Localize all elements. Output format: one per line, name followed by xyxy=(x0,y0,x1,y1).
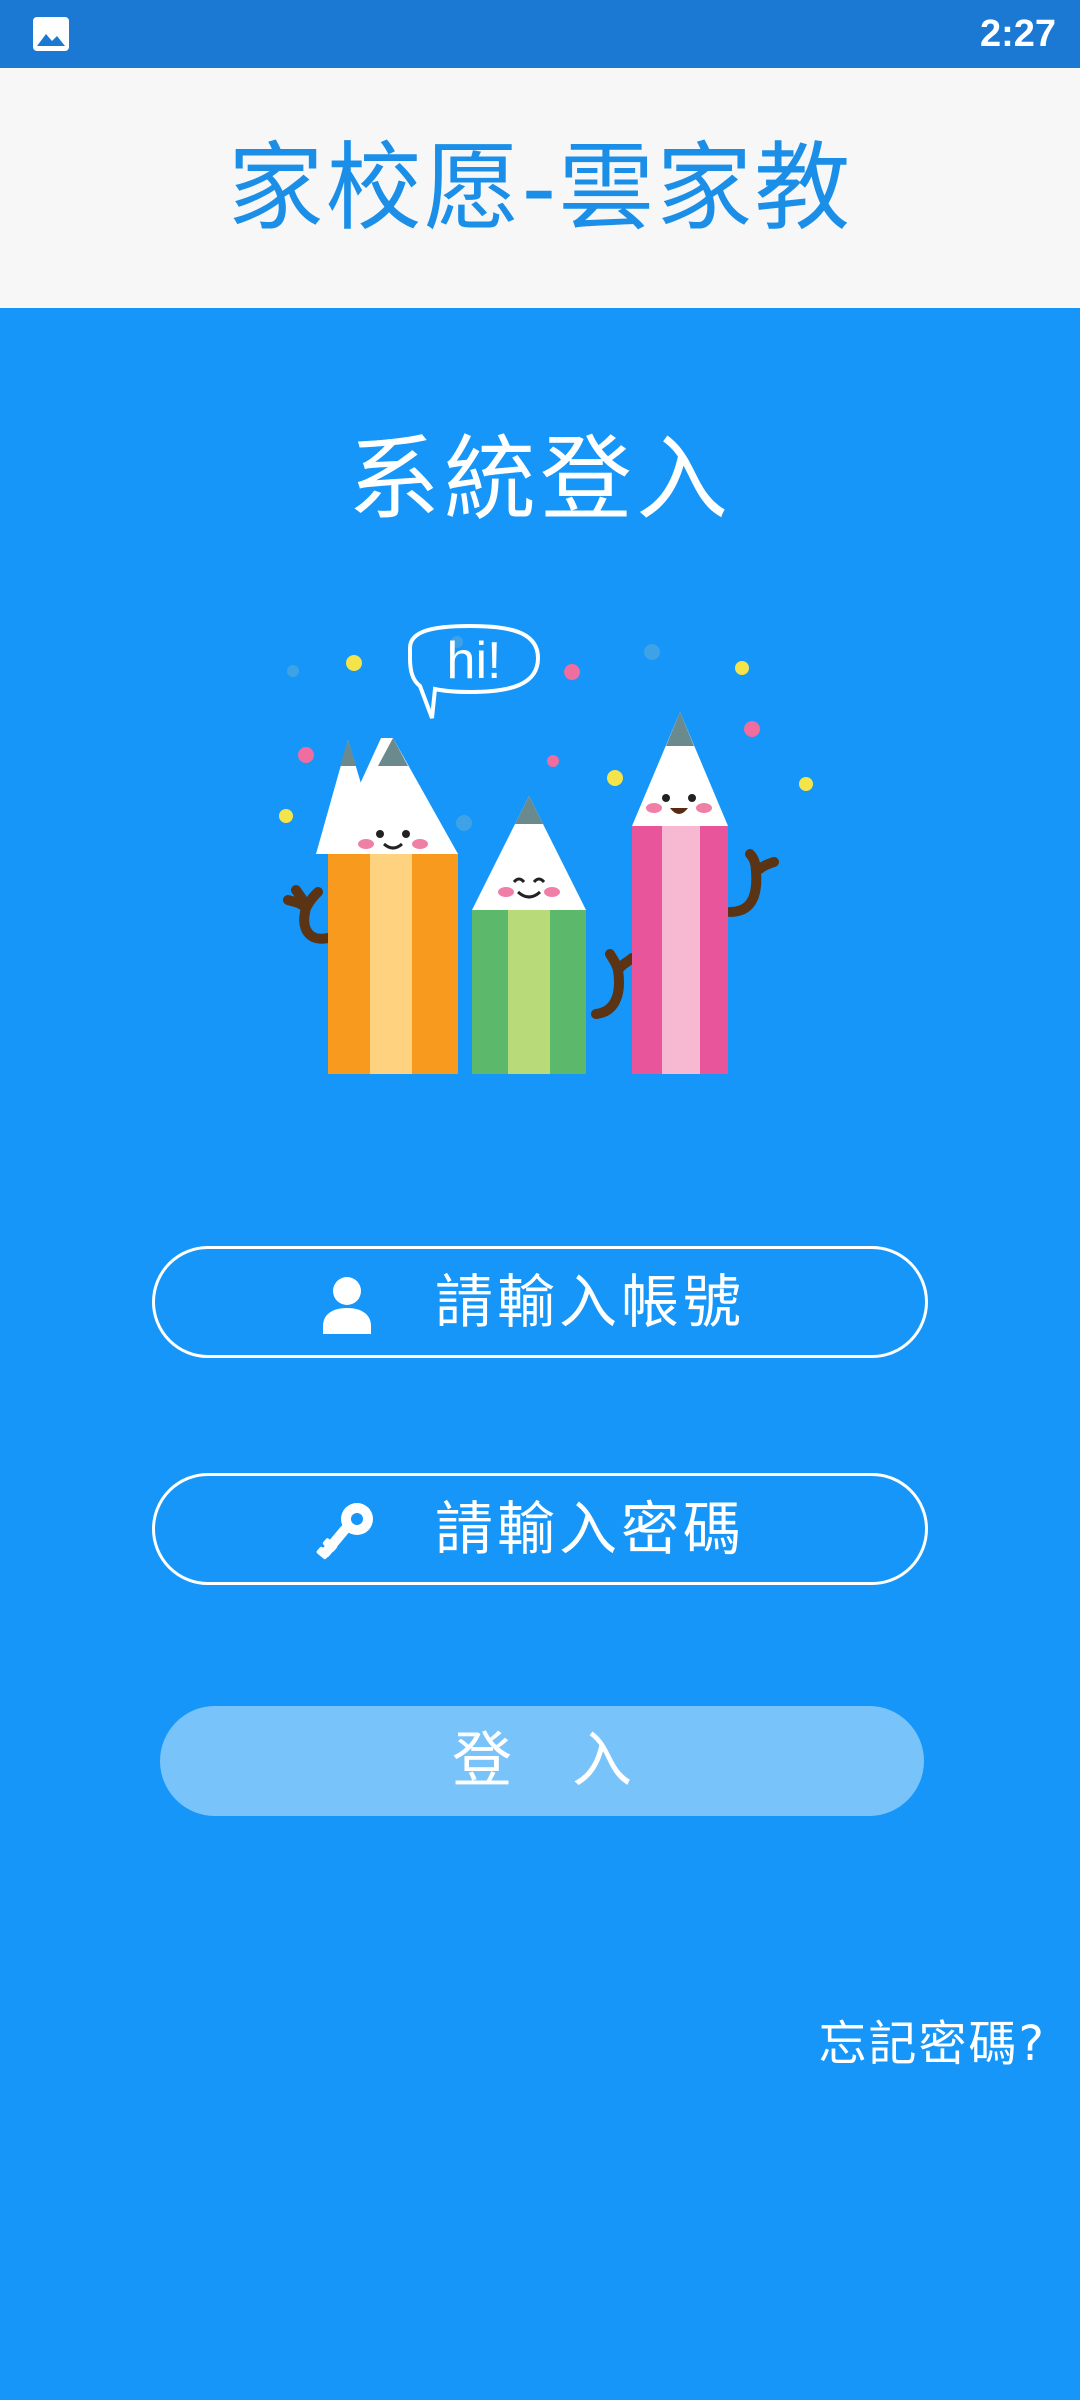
status-time: 2:27 xyxy=(979,13,1056,55)
login-title: 系統登入 xyxy=(347,426,732,533)
key-icon xyxy=(316,1503,373,1560)
login-screen: 2:27 家校愿-雲家教 系統登入 hi! 請輸入帳號 登入 忘記密碼? xyxy=(0,0,1080,2400)
password-field[interactable] xyxy=(152,1473,928,1585)
speech-bubble: hi! xyxy=(408,623,541,719)
app-header: 家校愿-雲家教 xyxy=(0,68,1080,308)
status-bar: 2:27 xyxy=(0,0,1080,68)
speech-bubble-text: hi! xyxy=(447,632,502,690)
login-button[interactable]: 登入 xyxy=(160,1706,924,1816)
pink-pencil xyxy=(632,712,779,1074)
orange-pencil xyxy=(283,738,458,1074)
username-field[interactable] xyxy=(152,1246,928,1358)
user-icon xyxy=(323,1277,371,1334)
username-input[interactable] xyxy=(435,1249,855,1355)
password-input[interactable] xyxy=(435,1476,855,1582)
forgot-password-link[interactable]: 忘記密碼? xyxy=(819,2012,1046,2076)
app-title: 家校愿-雲家教 xyxy=(227,132,853,244)
green-pencil xyxy=(472,796,637,1074)
gallery-icon xyxy=(33,17,69,51)
pencils-illustration: hi! xyxy=(279,623,813,1074)
